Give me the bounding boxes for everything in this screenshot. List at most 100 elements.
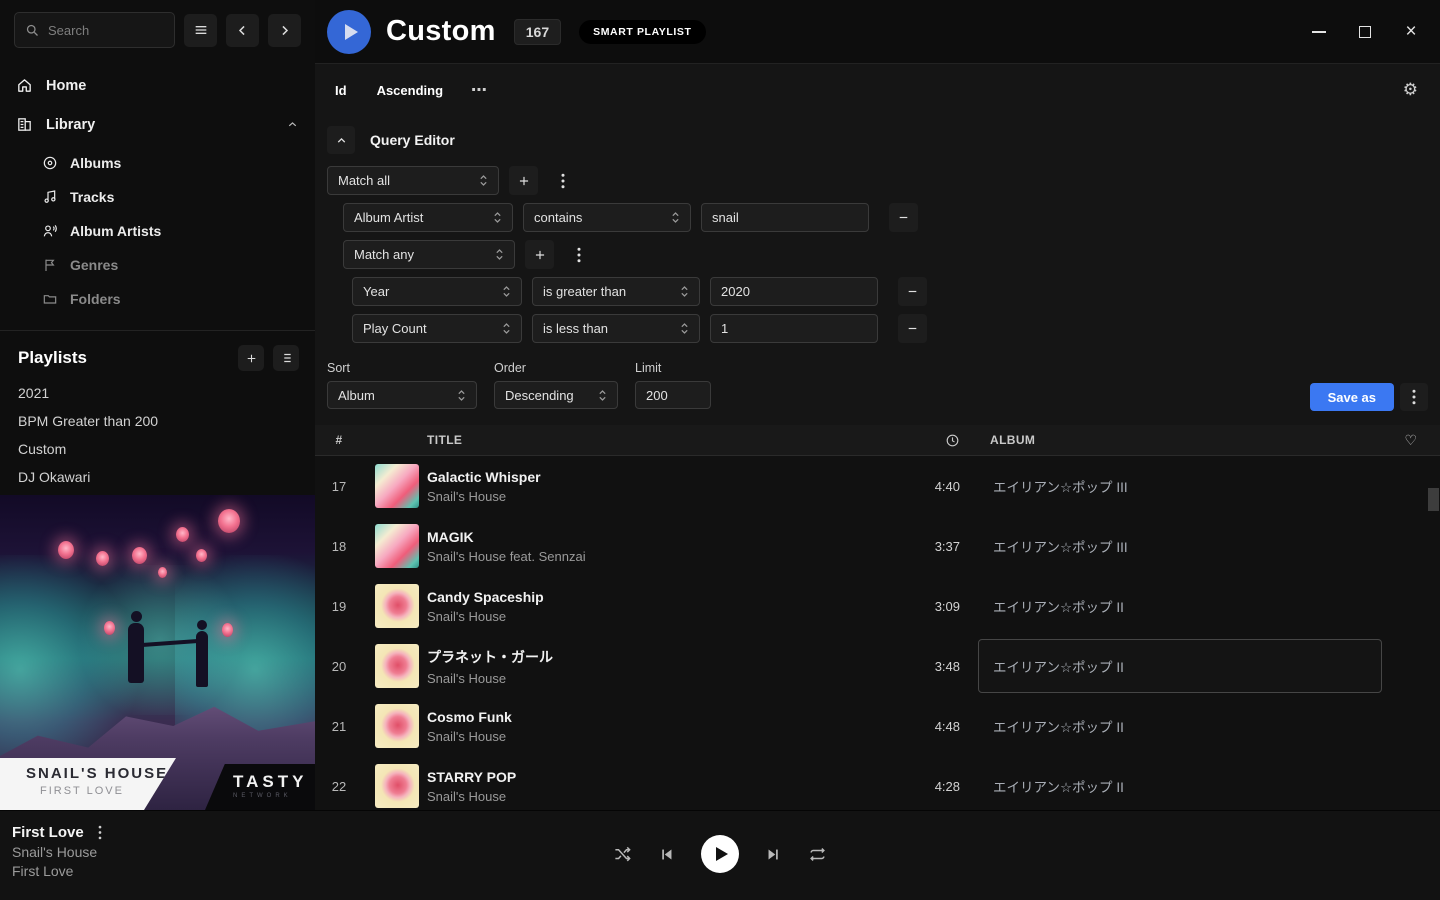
gear-icon[interactable]: ⚙	[1403, 80, 1418, 100]
track-artist[interactable]: Snail's House	[427, 729, 880, 744]
nav-back-button[interactable]	[226, 14, 259, 47]
playlist-item-2021[interactable]: 2021	[0, 379, 315, 407]
disc-icon	[42, 155, 58, 171]
track-artist[interactable]: Snail's House	[427, 489, 880, 504]
save-options-button[interactable]	[1400, 383, 1428, 411]
track-album-focused-cell[interactable]: エイリアン☆ポップ II	[978, 639, 1382, 693]
nav-forward-button[interactable]	[268, 14, 301, 47]
sidebar-item-tracks[interactable]: Tracks	[0, 180, 315, 214]
search-box[interactable]	[14, 12, 175, 48]
track-artist[interactable]: Snail's House	[427, 789, 880, 804]
column-header-duration[interactable]	[880, 433, 960, 448]
remove-rule-button[interactable]	[898, 277, 927, 306]
track-title: Galactic Whisper	[427, 469, 880, 485]
track-album[interactable]: エイリアン☆ポップ III	[978, 459, 1382, 513]
maximize-button[interactable]	[1350, 17, 1380, 47]
add-rule-button[interactable]	[509, 166, 538, 195]
track-number: 20	[315, 659, 363, 674]
playlist-list-button[interactable]	[273, 345, 299, 371]
next-track-button[interactable]	[765, 846, 782, 863]
table-row[interactable]: 18 MAGIKSnail's House feat. Sennzai 3:37…	[315, 516, 1440, 576]
chevron-up-icon[interactable]	[286, 118, 299, 131]
playlist-item-custom[interactable]: Custom	[0, 435, 315, 463]
playlists-heading: Playlists	[18, 348, 87, 368]
previous-track-button[interactable]	[658, 846, 675, 863]
collapse-query-editor-button[interactable]	[327, 126, 355, 154]
rule-value-input[interactable]	[710, 314, 878, 343]
close-button[interactable]: ×	[1396, 17, 1426, 47]
rule-field-select[interactable]: Year	[352, 277, 522, 306]
plus-icon	[533, 248, 547, 262]
sidebar-item-folders[interactable]: Folders	[0, 282, 315, 316]
order-select[interactable]: Descending	[494, 381, 618, 409]
search-icon	[25, 23, 40, 38]
rule-field-select[interactable]: Play Count	[352, 314, 522, 343]
sidebar-item-home[interactable]: Home	[0, 66, 315, 105]
search-input[interactable]	[48, 23, 158, 38]
sort-label: Sort	[327, 361, 477, 375]
repeat-button[interactable]	[808, 845, 827, 864]
playlist-item-dj-okawari[interactable]: DJ Okawari	[0, 463, 315, 491]
sort-order-button[interactable]: Ascending	[377, 83, 443, 98]
rule-value-input[interactable]	[710, 277, 878, 306]
rule-operator-select[interactable]: contains	[523, 203, 691, 232]
now-playing-artist[interactable]: Snail's House	[12, 844, 102, 860]
table-row[interactable]: 17 Galactic WhisperSnail's House 4:40 エイ…	[315, 456, 1440, 516]
track-album[interactable]: エイリアン☆ポップ II	[978, 699, 1382, 753]
table-row[interactable]: 22 STARRY POPSnail's House 4:28 エイリアン☆ポッ…	[315, 756, 1440, 810]
sidebar-item-genres[interactable]: Genres	[0, 248, 315, 282]
track-artist[interactable]: Snail's House	[427, 609, 880, 624]
menu-button[interactable]	[184, 14, 217, 47]
chevron-updown-icon	[493, 211, 502, 224]
table-row[interactable]: 19 Candy SpaceshipSnail's House 3:09 エイリ…	[315, 576, 1440, 636]
playlist-item-bpm[interactable]: BPM Greater than 200	[0, 407, 315, 435]
track-album[interactable]: エイリアン☆ポップ II	[978, 759, 1382, 810]
rule-operator-select[interactable]: is greater than	[532, 277, 700, 306]
chevron-right-icon	[277, 23, 292, 38]
limit-input[interactable]	[635, 381, 711, 409]
column-header-favorite[interactable]: ♡	[1382, 432, 1440, 449]
group-options-button[interactable]	[564, 240, 593, 269]
rule-value-input[interactable]	[701, 203, 869, 232]
remove-rule-button[interactable]	[898, 314, 927, 343]
track-artist[interactable]: Snail's House feat. Sennzai	[427, 549, 880, 564]
play-icon	[716, 847, 728, 861]
more-options-button[interactable]: ⋯	[471, 80, 489, 100]
column-header-album[interactable]: ALBUM	[990, 433, 1382, 447]
column-header-number[interactable]: #	[315, 433, 363, 447]
add-playlist-button[interactable]	[238, 345, 264, 371]
track-album[interactable]: エイリアン☆ポップ III	[978, 519, 1382, 573]
sidebar-item-album-artists[interactable]: Album Artists	[0, 214, 315, 248]
scrollbar-thumb[interactable]	[1428, 488, 1439, 511]
sidebar-item-label: Genres	[70, 257, 118, 273]
sort-field-button[interactable]: Id	[335, 83, 347, 98]
track-duration: 4:48	[880, 719, 960, 734]
sidebar-item-albums[interactable]: Albums	[0, 146, 315, 180]
lantern	[218, 509, 240, 533]
minimize-button[interactable]	[1304, 17, 1334, 47]
now-playing-title[interactable]: First Love	[12, 824, 84, 841]
dots-vertical-icon	[98, 825, 102, 840]
sort-select[interactable]: Album	[327, 381, 477, 409]
now-playing-menu-button[interactable]	[98, 825, 102, 840]
now-playing-album[interactable]: First Love	[12, 863, 102, 879]
lantern	[176, 527, 189, 542]
table-row[interactable]: 20 プラネット・ガールSnail's House 3:48 エイリアン☆ポップ…	[315, 636, 1440, 696]
sidebar-item-library[interactable]: Library	[0, 105, 315, 144]
remove-rule-button[interactable]	[889, 203, 918, 232]
column-header-title[interactable]: TITLE	[427, 433, 880, 447]
rule-operator-select[interactable]: is less than	[532, 314, 700, 343]
rule-field-select[interactable]: Album Artist	[343, 203, 513, 232]
track-album[interactable]: エイリアン☆ポップ II	[978, 579, 1382, 633]
match-type-select[interactable]: Match all	[327, 166, 499, 195]
group-options-button[interactable]	[548, 166, 577, 195]
table-row[interactable]: 21 Cosmo FunkSnail's House 4:48 エイリアン☆ポッ…	[315, 696, 1440, 756]
track-artist[interactable]: Snail's House	[427, 671, 880, 686]
shuffle-button[interactable]	[613, 845, 632, 864]
add-rule-button[interactable]	[525, 240, 554, 269]
save-as-button[interactable]: Save as	[1310, 383, 1394, 411]
track-number: 22	[315, 779, 363, 794]
play-pause-button[interactable]	[701, 835, 739, 873]
play-playlist-button[interactable]	[327, 10, 371, 54]
match-type-select[interactable]: Match any	[343, 240, 515, 269]
